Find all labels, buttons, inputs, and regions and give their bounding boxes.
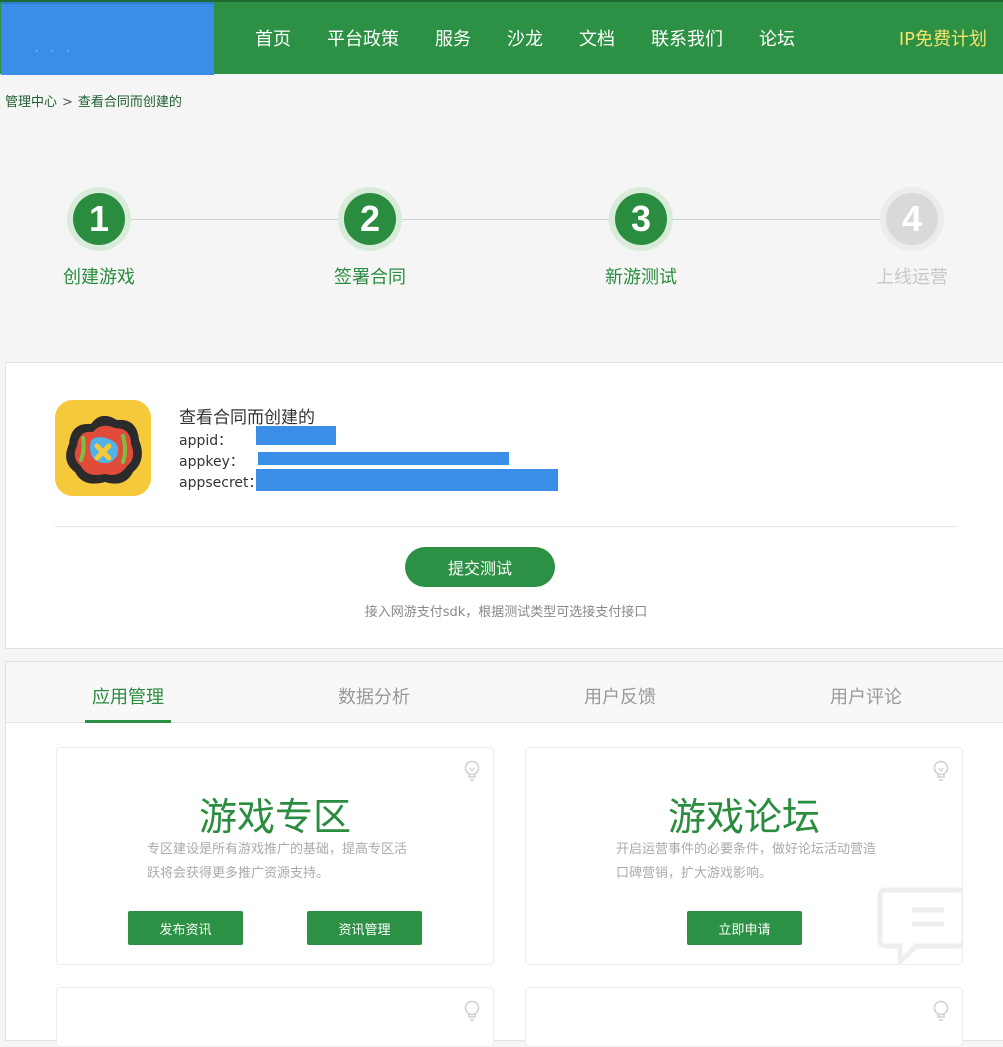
nav-item-docs[interactable]: 文档 [561, 25, 633, 51]
lightbulb-icon [933, 1000, 949, 1021]
top-header: ••• 首页 平台政策 服务 沙龙 文档 联系我们 论坛 IP免费计划 [0, 0, 1003, 75]
step-new-game-test: 3 新游测试 [571, 187, 711, 289]
card-divider [55, 526, 957, 527]
tab-user-feedback[interactable]: 用户反馈 [577, 662, 663, 722]
step-number: 1 [73, 193, 125, 245]
step-number: 2 [344, 193, 396, 245]
step-circle-ring: 2 [338, 187, 402, 251]
feature-description: 专区建设是所有游戏推广的基础，提高专区活跃将会获得更多推广资源支持。 [147, 842, 408, 881]
nav-item-contact[interactable]: 联系我们 [633, 25, 741, 51]
nav-item-salon[interactable]: 沙龙 [489, 25, 561, 51]
game-info-card: 查看合同而创建的 appid： appkey： appsecret： 提交测试 … [5, 362, 1003, 649]
feature-card-partial [525, 987, 963, 1047]
submit-test-button[interactable]: 提交测试 [405, 547, 555, 587]
submit-hint: 接入网游支付sdk，根据测试类型可选接支付接口 [364, 605, 648, 620]
lightbulb-icon [933, 760, 949, 781]
main-nav: 首页 平台政策 服务 沙龙 文档 联系我们 论坛 [237, 2, 813, 74]
publish-news-button[interactable]: 发布资讯 [128, 911, 243, 945]
game-name: 查看合同而创建的 [179, 408, 315, 428]
news-management-button[interactable]: 资讯管理 [307, 911, 422, 945]
apply-now-button[interactable]: 立即申请 [687, 911, 802, 945]
feature-card-game-forum: 游戏论坛 开启运营事件的必要条件，做好论坛活动营造口碑营销，扩大游戏影响。 立即… [525, 747, 963, 965]
appkey-value-redacted [258, 452, 509, 465]
appsecret-label: appsecret： [179, 475, 263, 491]
management-panel: 应用管理 数据分析 用户反馈 用户评论 游戏专区 专区建设是所有游戏推广的基础，… [5, 661, 1003, 1047]
appid-label: appid： [179, 433, 233, 449]
breadcrumb-current: 查看合同而创建的 [77, 95, 182, 110]
game-app-icon [55, 400, 151, 496]
step-label: 签署合同 [334, 267, 406, 288]
feature-card-game-zone: 游戏专区 专区建设是所有游戏推广的基础，提高专区活跃将会获得更多推广资源支持。 … [56, 747, 494, 965]
step-label: 上线运营 [876, 267, 948, 288]
appkey-label: appkey： [179, 454, 244, 470]
step-circle-ring: 3 [609, 187, 673, 251]
step-sign-contract: 2 签署合同 [300, 187, 440, 289]
feature-title: 游戏专区 [198, 795, 351, 839]
step-circle-ring: 4 [880, 187, 944, 251]
logo[interactable]: ••• [1, 2, 214, 75]
lightbulb-icon [464, 760, 480, 781]
lightbulb-icon [464, 1000, 480, 1021]
step-circle-ring: 1 [67, 187, 131, 251]
tab-app-management[interactable]: 应用管理 [85, 662, 171, 723]
step-label: 创建游戏 [63, 267, 135, 288]
feature-card-partial [56, 987, 494, 1047]
nav-item-forum[interactable]: 论坛 [741, 25, 813, 51]
step-label: 新游测试 [605, 267, 677, 288]
logo-mark-icon: ••• [35, 48, 82, 55]
feature-title: 游戏论坛 [667, 795, 820, 839]
nav-item-home[interactable]: 首页 [237, 25, 309, 51]
nav-item-service[interactable]: 服务 [417, 25, 489, 51]
feature-description: 开启运营事件的必要条件，做好论坛活动营造口碑营销，扩大游戏影响。 [616, 842, 877, 881]
tab-user-reviews[interactable]: 用户评论 [823, 662, 909, 722]
ip-free-plan-link[interactable]: IP免费计划 [899, 2, 987, 74]
breadcrumb-root[interactable]: 管理中心 [5, 95, 57, 110]
step-go-live: 4 上线运营 [842, 187, 982, 289]
tab-data-analysis[interactable]: 数据分析 [331, 662, 417, 722]
nav-item-policy[interactable]: 平台政策 [309, 25, 417, 51]
breadcrumb: 管理中心 > 查看合同而创建的 [5, 91, 182, 110]
appid-value-redacted [256, 426, 336, 445]
appsecret-value-redacted [256, 469, 558, 491]
tab-bar: 应用管理 数据分析 用户反馈 用户评论 [6, 662, 1003, 723]
step-number: 4 [886, 193, 938, 245]
chat-bubble-icon [877, 887, 962, 964]
breadcrumb-separator: > [62, 95, 73, 110]
step-create-game: 1 创建游戏 [29, 187, 169, 289]
step-number: 3 [615, 193, 667, 245]
